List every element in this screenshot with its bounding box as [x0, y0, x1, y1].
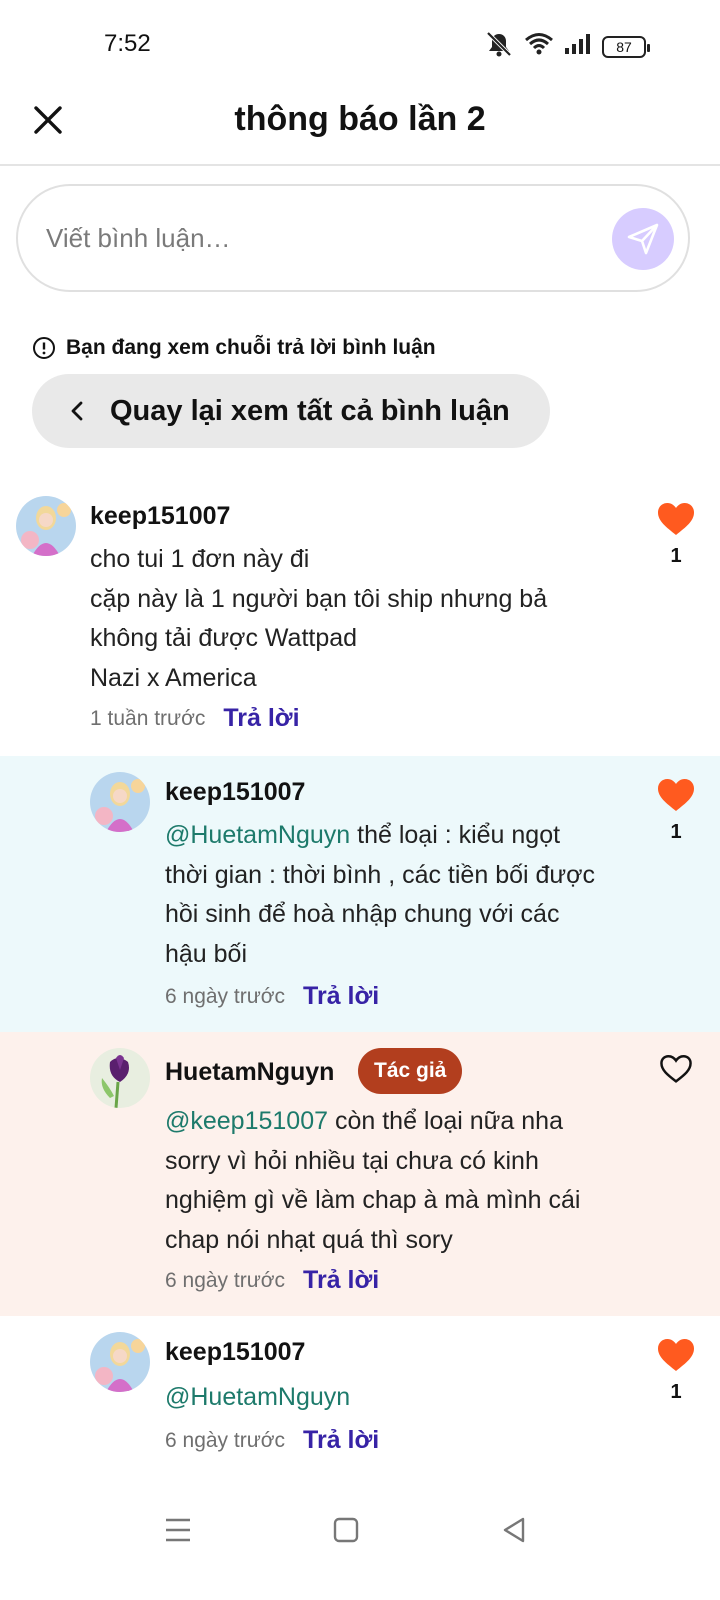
back-triangle-icon [503, 1517, 525, 1543]
send-icon [627, 223, 659, 255]
battery-indicator: 87 [602, 35, 650, 58]
reply-item: keep151007 @HuetamNguyn thể loại : kiểu … [0, 756, 720, 1032]
mute-bell-icon [484, 30, 514, 63]
comment-meta: 6 ngày trước Trả lời [165, 1266, 379, 1295]
mention-link[interactable]: @HuetamNguyn [165, 821, 350, 849]
comment-text: @HuetamNguyn [165, 1378, 635, 1418]
reply-button[interactable]: Trả lời [303, 1266, 379, 1295]
heart-outline-icon [660, 1054, 692, 1083]
back-button-label: Quay lại xem tất cả bình luận [110, 394, 510, 427]
avatar[interactable] [90, 1048, 150, 1108]
system-nav-bar [0, 1496, 720, 1600]
comment-time: 6 ngày trước [165, 984, 286, 1008]
heart-filled-icon [658, 503, 694, 535]
header: thông báo lần 2 [0, 88, 720, 166]
send-button[interactable] [612, 208, 674, 270]
comment-time: 6 ngày trước [165, 1428, 286, 1452]
thread-notice: Bạn đang xem chuỗi trả lời bình luận [32, 336, 436, 360]
comment-text: @HuetamNguyn thể loại : kiểu ngọt thời g… [165, 821, 596, 968]
menu-icon [166, 1518, 190, 1542]
reply-item: keep151007 @HuetamNguyn 6 ngày trước Trả… [0, 1316, 720, 1486]
like-button[interactable]: 1 [654, 1338, 698, 1404]
reply-button[interactable]: Trả lời [303, 982, 379, 1011]
status-time: 7:52 [104, 30, 151, 57]
comment-item: keep151007 cho tui 1 đơn này đi cặp này … [0, 476, 720, 756]
like-count: 1 [670, 1381, 682, 1403]
like-button[interactable]: 1 [654, 778, 698, 844]
comment-meta: 6 ngày trước Trả lời [165, 982, 379, 1011]
avatar[interactable] [90, 772, 150, 832]
avatar[interactable] [16, 496, 76, 556]
info-icon [33, 337, 55, 359]
page-title: thông báo lần 2 [234, 100, 486, 138]
home-button[interactable] [326, 1510, 366, 1550]
chevron-left-icon [70, 400, 84, 422]
heart-filled-icon [658, 779, 694, 811]
reply-item: HuetamNguyn Tác giả @keep151007 còn thể … [0, 1032, 720, 1316]
status-bar: 7:52 87 [0, 0, 720, 88]
comment-username[interactable]: keep151007 [165, 1338, 305, 1367]
comment-text: cho tui 1 đơn này đi cặp này là 1 người … [90, 545, 548, 692]
like-count: 1 [670, 545, 682, 567]
reply-button[interactable]: Trả lời [223, 704, 299, 733]
heart-filled-icon [658, 1339, 694, 1371]
comment-username[interactable]: keep151007 [90, 502, 230, 531]
comment-box [16, 184, 690, 292]
comment-text: @keep151007 còn thể loại nữa nha sorry v… [165, 1107, 581, 1254]
status-icons: 87 [484, 30, 650, 63]
like-count: 1 [670, 821, 682, 843]
author-badge: Tác giả [358, 1048, 463, 1094]
home-square-icon [333, 1517, 359, 1543]
comment-meta: 1 tuần trước Trả lời [90, 704, 300, 733]
comment-meta: 6 ngày trước Trả lời [165, 1426, 379, 1455]
mention-link[interactable]: @keep151007 [165, 1107, 328, 1135]
like-button[interactable]: 1 [654, 502, 698, 568]
comment-username[interactable]: keep151007 [165, 778, 305, 807]
comment-username[interactable]: HuetamNguyn [165, 1058, 334, 1087]
like-button[interactable] [654, 1054, 698, 1089]
avatar[interactable] [90, 1332, 150, 1392]
signal-icon [564, 33, 592, 60]
comment-input[interactable] [46, 216, 606, 260]
comment-time: 6 ngày trước [165, 1268, 286, 1292]
back-to-all-comments-button[interactable]: Quay lại xem tất cả bình luận [32, 374, 550, 448]
comment-time: 1 tuần trước [90, 706, 206, 730]
menu-button[interactable] [158, 1510, 198, 1550]
thread-notice-text: Bạn đang xem chuỗi trả lời bình luận [66, 336, 436, 359]
mention-link[interactable]: @HuetamNguyn [165, 1383, 350, 1411]
reply-button[interactable]: Trả lời [303, 1426, 379, 1455]
back-button[interactable] [494, 1510, 534, 1550]
wifi-icon [524, 32, 554, 61]
